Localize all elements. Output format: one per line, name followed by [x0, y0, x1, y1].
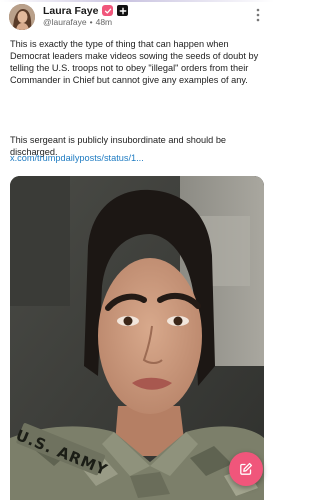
more-options-button[interactable]: [251, 6, 265, 24]
compose-pencil-icon: [240, 462, 253, 475]
author-name-row: Laura Faye: [43, 4, 129, 17]
author-handle[interactable]: @laurafaye: [43, 17, 87, 29]
avatar[interactable]: [9, 4, 35, 30]
verified-check-icon: [102, 5, 114, 16]
top-divider: [0, 0, 274, 2]
post-text: This is exactly the type of thing that c…: [10, 38, 266, 158]
compose-button[interactable]: [229, 452, 263, 486]
post-header: Laura Faye @laurafaye • 48m: [9, 4, 265, 30]
author-meta: @laurafaye • 48m: [43, 17, 112, 29]
post-paragraph-1: This is exactly the type of thing that c…: [10, 39, 259, 85]
more-vertical-icon: [256, 8, 260, 22]
post-screen: Laura Faye @laurafaye • 48m This is exac…: [0, 0, 274, 500]
post-time: 48m: [95, 17, 113, 27]
meta-separator: •: [89, 17, 93, 27]
post-link[interactable]: x.com/trumpdailyposts/status/1...: [10, 152, 144, 164]
plus-badge-icon[interactable]: [117, 5, 129, 16]
video-player[interactable]: U.S. ARMY: [10, 176, 264, 500]
author-display-name[interactable]: Laura Faye: [43, 5, 98, 17]
